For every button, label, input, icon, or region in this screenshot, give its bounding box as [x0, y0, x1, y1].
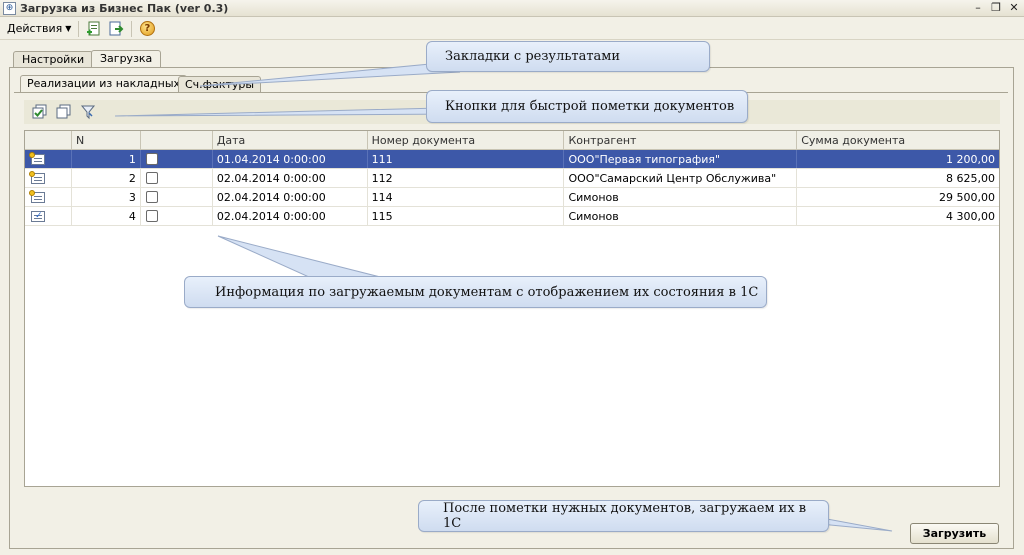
tabs-callout-pointer [199, 63, 461, 87]
callout-info: Информация по загружаемым документам с о… [184, 276, 767, 308]
callout-info-text: Информация по загружаемым документам с о… [215, 284, 759, 300]
callout-tabs: Закладки с результатами [426, 41, 710, 72]
callout-buttons-text: Кнопки для быстрой пометки документов [445, 99, 735, 114]
callout-load: После пометки нужных документов, загружа… [418, 500, 829, 532]
buttons-callout-pointer [114, 107, 461, 117]
callout-load-text: После пометки нужных документов, загружа… [443, 501, 807, 531]
callout-buttons: Кнопки для быстрой пометки документов [426, 90, 748, 123]
callout-tabs-text: Закладки с результатами [445, 49, 621, 64]
